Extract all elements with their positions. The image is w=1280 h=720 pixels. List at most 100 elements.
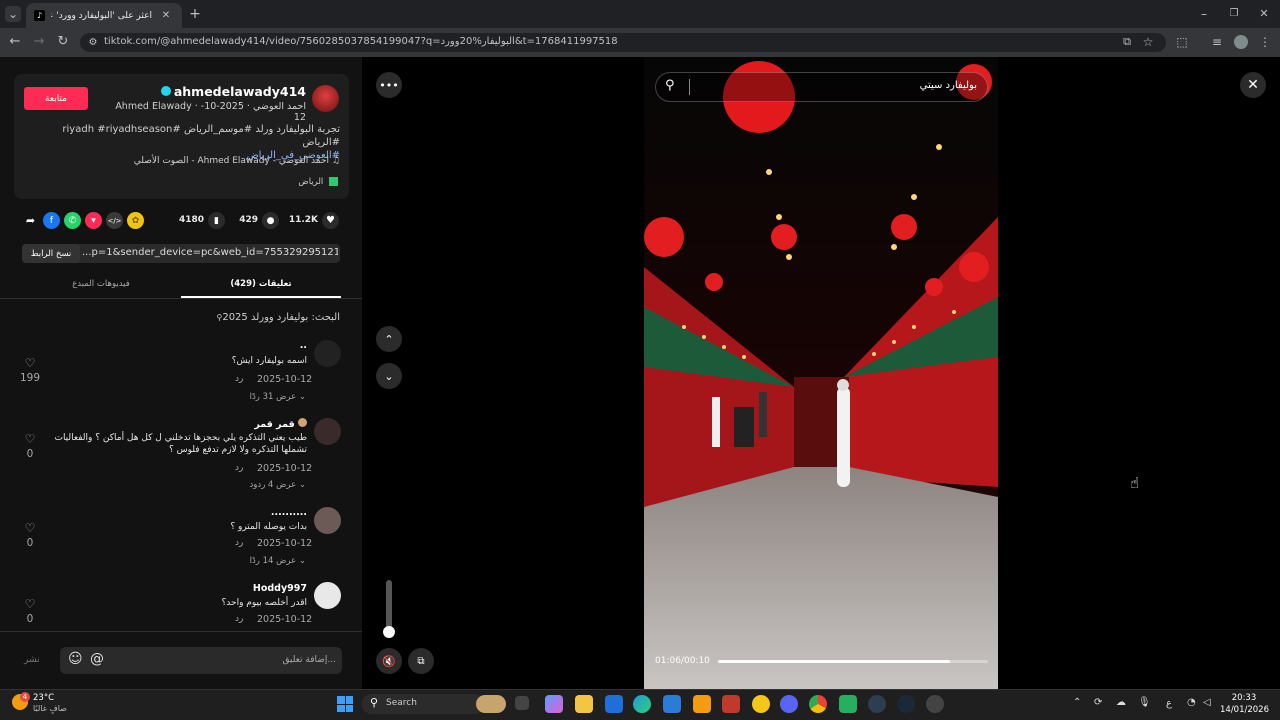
music-info[interactable]: الصوت الأصلي - Ahmed Elawady - احمد العو… xyxy=(120,156,340,166)
bookmark-icon[interactable]: ▮ xyxy=(208,212,225,229)
facebook-icon[interactable]: f xyxy=(43,212,60,229)
address-bar[interactable]: ⚙ tiktok.com/@ahmedelawady414/video/7560… xyxy=(80,33,1166,52)
view-replies-button[interactable]: عرض 31 ردًا ⌄ xyxy=(205,392,306,402)
video-player[interactable] xyxy=(644,57,998,689)
comment-like-icon[interactable]: ♡ xyxy=(20,521,40,535)
gift-icon[interactable]: ✿ xyxy=(127,212,144,229)
reply-button[interactable]: رد xyxy=(235,374,243,384)
vlc-icon[interactable] xyxy=(693,695,711,713)
volume-icon[interactable]: ◁ xyxy=(1203,697,1211,708)
whatsapp-icon[interactable]: ✆ xyxy=(64,212,81,229)
video-time: 01:06/00:10 xyxy=(655,656,710,666)
store-icon[interactable] xyxy=(605,695,623,713)
comment-like-icon[interactable]: ♡ xyxy=(20,432,40,446)
send-message-icon[interactable]: ▾ xyxy=(85,212,102,229)
reply-button[interactable]: رد xyxy=(235,463,243,473)
comment-input[interactable]: ☺ @ إضافة تعليق... xyxy=(60,647,342,674)
comment-avatar[interactable] xyxy=(314,507,341,534)
task-view-icon[interactable] xyxy=(515,696,529,710)
embed-code-icon[interactable]: </> xyxy=(106,212,123,229)
comment-like-count: 0 xyxy=(26,448,34,460)
picture-in-picture-icon[interactable]: ⧉ xyxy=(408,648,434,674)
copilot-icon[interactable] xyxy=(545,695,563,713)
next-video-icon[interactable]: ⌄ xyxy=(376,363,402,389)
app-icon[interactable] xyxy=(663,695,681,713)
volume-knob[interactable] xyxy=(383,626,395,638)
tray-cloud-icon[interactable]: ☁ xyxy=(1116,697,1126,708)
reply-button[interactable]: رد xyxy=(235,614,243,624)
search-suggestion[interactable]: البحث: بوليفارد وورلد 2025⚲ xyxy=(140,312,340,323)
back-icon[interactable]: ← xyxy=(7,34,23,50)
previous-video-icon[interactable]: ⌃ xyxy=(376,326,402,352)
app-dark-icon[interactable] xyxy=(868,695,886,713)
tab-search-chevron-icon[interactable]: ⌄ xyxy=(5,6,21,22)
search-highlight-icon[interactable] xyxy=(476,695,506,713)
comment-avatar[interactable] xyxy=(314,418,341,445)
mention-icon[interactable]: @ xyxy=(90,651,104,667)
media-control-icon[interactable]: ≡ xyxy=(1209,34,1225,50)
close-video-icon[interactable]: ✕ xyxy=(1240,72,1266,98)
like-heart-icon[interactable]: ♥ xyxy=(322,212,339,229)
reply-button[interactable]: رد xyxy=(235,538,243,548)
comment-date: 2025-10-12 xyxy=(257,374,313,385)
minimize-icon[interactable]: – xyxy=(1196,6,1212,22)
comment-username[interactable]: Hoddy997 xyxy=(150,583,307,594)
view-replies-button[interactable]: عرض 14 ردًا ⌄ xyxy=(205,556,306,566)
taskbar-search[interactable]: ⚲ Search xyxy=(362,694,484,714)
forward-icon[interactable]: → xyxy=(31,34,47,50)
window-close-icon[interactable]: ✕ xyxy=(1256,6,1272,22)
chrome-icon[interactable] xyxy=(809,695,827,713)
post-comment-button[interactable]: نشر xyxy=(24,655,40,665)
app-round-icon[interactable] xyxy=(926,695,944,713)
site-info-icon[interactable]: ⚙ xyxy=(85,35,101,51)
video-search-bar[interactable]: ⚲ بوليفارد سيتي xyxy=(655,72,988,102)
tab-creator-videos[interactable]: فيديوهات المبدع xyxy=(21,279,181,289)
install-app-icon[interactable]: ⧉ xyxy=(1119,34,1135,50)
extensions-icon[interactable]: ⬚ xyxy=(1174,34,1190,50)
comment-username[interactable]: .. xyxy=(150,340,307,351)
edge-icon[interactable] xyxy=(633,695,651,713)
discord-icon[interactable] xyxy=(780,695,798,713)
reload-icon[interactable]: ↻ xyxy=(55,34,71,50)
new-tab-icon[interactable]: + xyxy=(187,6,203,22)
steam-icon[interactable] xyxy=(897,695,915,713)
start-windows-icon[interactable] xyxy=(337,696,353,712)
follow-button[interactable]: متابعة xyxy=(24,87,88,110)
profile-avatar-icon[interactable] xyxy=(1234,35,1248,49)
weather-text: صافٍ غالبًا xyxy=(33,704,67,713)
tray-chevron-icon[interactable]: ⌃ xyxy=(1073,697,1081,708)
app-red-icon[interactable] xyxy=(722,695,740,713)
comment-avatar[interactable] xyxy=(314,582,341,609)
mute-icon[interactable]: 🔇 xyxy=(376,648,402,674)
file-explorer-icon[interactable] xyxy=(575,695,593,713)
copy-link-button[interactable]: نسخ الرابط xyxy=(22,244,80,263)
more-options-icon[interactable]: ••• xyxy=(376,72,402,98)
clock-time[interactable]: 20:33 xyxy=(1224,693,1264,703)
app-green-icon[interactable] xyxy=(839,695,857,713)
tray-sync-icon[interactable]: ⟳ xyxy=(1094,697,1102,708)
post-link[interactable]: ...p=1&sender_device=pc&web_id=755329295… xyxy=(82,247,338,258)
author-avatar[interactable] xyxy=(312,85,339,112)
bookmark-star-icon[interactable]: ☆ xyxy=(1140,34,1156,50)
tray-mic-icon[interactable]: 🎙 xyxy=(1138,697,1151,708)
comment-like-icon[interactable]: ♡ xyxy=(20,597,40,611)
app-yellow-icon[interactable] xyxy=(752,695,770,713)
restore-icon[interactable]: ❐ xyxy=(1226,6,1242,22)
view-replies-button[interactable]: عرض 4 ردود ⌄ xyxy=(205,480,306,490)
location-tag[interactable]: الرياض xyxy=(220,177,338,187)
browser-tab[interactable]: ✕ اعثر على 'البوليفارد وورد' على TikTok … xyxy=(26,3,182,28)
comment-icon[interactable]: ● xyxy=(262,212,279,229)
close-tab-icon[interactable]: ✕ xyxy=(158,8,174,24)
comment-username[interactable]: .......... xyxy=(150,507,307,518)
clock-date[interactable]: 14/01/2026 xyxy=(1220,705,1269,715)
comment-avatar[interactable] xyxy=(314,340,341,367)
comment-username[interactable]: قمر قمر xyxy=(150,418,307,430)
author-username[interactable]: ahmedelawady414 xyxy=(110,84,306,99)
browser-menu-icon[interactable]: ⋮ xyxy=(1257,34,1273,50)
emoji-picker-icon[interactable]: ☺ xyxy=(68,651,83,667)
input-language[interactable]: ع xyxy=(1166,698,1172,709)
comment-like-icon[interactable]: ♡ xyxy=(20,356,40,370)
tab-comments[interactable]: (429) تعليقات xyxy=(181,279,341,289)
wifi-icon[interactable]: ◔ xyxy=(1187,697,1196,708)
share-arrow-icon[interactable]: ➦ xyxy=(22,212,39,229)
